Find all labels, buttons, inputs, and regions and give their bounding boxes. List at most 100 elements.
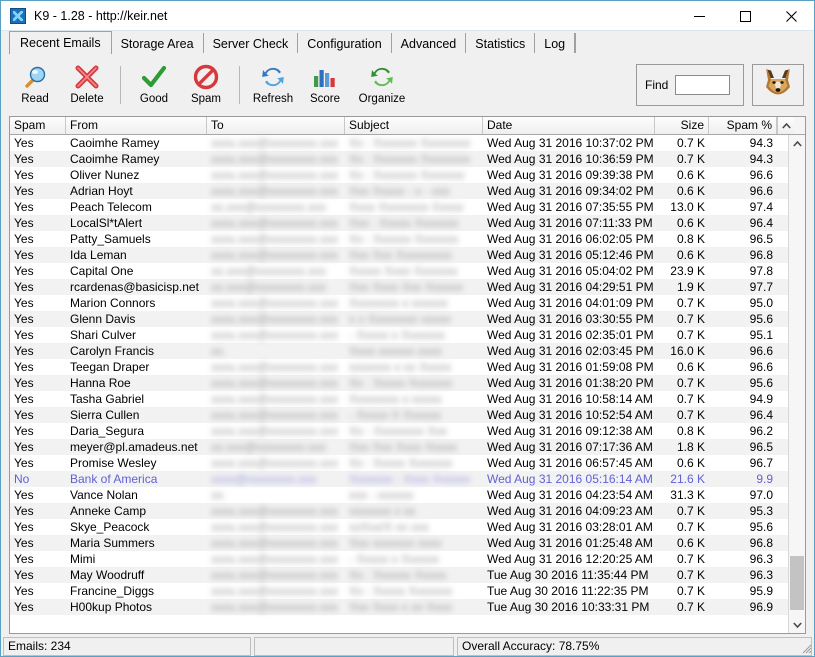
table-row[interactable]: Yes May Woodruff xxxx.xxx@xxxxxxxx.xxx Xx :… (10, 567, 788, 583)
table-row[interactable]: Yes Tasha Gabriel xxxx.xxx@xxxxxxxx.xxx Xxx… (10, 391, 788, 407)
cell-from: Oliver Nunez (70, 168, 140, 182)
table-row[interactable]: Yes rcardenas@basicisp.net xx.xxx@xxxxxxxx… (10, 279, 788, 295)
table-row[interactable]: No Bank of America xxxx@xxxxxxxx.xxx Xxxxxx… (10, 471, 788, 487)
cell-from: Adrian Hoyt (70, 184, 133, 198)
cell-spampct: 97.4 (749, 200, 773, 214)
column-header-size[interactable]: Size (655, 117, 709, 134)
tab-statistics[interactable]: Statistics (466, 33, 536, 54)
spam-button[interactable]: Spam (180, 58, 232, 112)
score-button[interactable]: Score (299, 58, 351, 112)
cell-spampct: 95.3 (749, 504, 773, 518)
tab-advanced[interactable]: Advanced (391, 33, 467, 54)
table-row[interactable]: Yes LocalSl*tAlert xxxx.xxx@xxxxxxxx.xxx Xx… (10, 215, 788, 231)
table-row[interactable]: Yes Shari Culver xxxx.xxx@xxxxxxxx.xxx - Xx… (10, 327, 788, 343)
scroll-up-arrow[interactable] (789, 135, 805, 152)
table-row[interactable]: Yes meyer@pl.amadeus.net xx.xxx@xxxxxxxx.x… (10, 439, 788, 455)
table-row[interactable]: Yes Mimi xxxx.xxx@xxxxxxxx.xxx - Xxxxx x Xx… (10, 551, 788, 567)
delete-button[interactable]: Delete (61, 58, 113, 112)
table-row[interactable]: Yes Daria_Segura xxxx.xxx@xxxxxxxx.xxx Xx -… (10, 423, 788, 439)
table-row[interactable]: Yes Caoimhe Ramey xxxx.xxx@xxxxxxxx.xxx Xx … (10, 151, 788, 167)
cell-size: 23.9 K (670, 264, 705, 278)
cell-size: 1.9 K (676, 280, 705, 294)
cell-to: xxxx.xxx@xxxxxxxx.xxx (211, 248, 338, 262)
table-row[interactable]: Yes Adrian Hoyt xxxx.xxx@xxxxxxxx.xxx Xxx X… (10, 183, 788, 199)
table-row[interactable]: Yes Patty_Samuels xxxx.xxx@xxxxxxxx.xxx Xx … (10, 231, 788, 247)
scrollbar-track[interactable] (789, 152, 805, 616)
cell-from: Mimi (70, 552, 96, 566)
cell-date: Wed Aug 31 2016 05:12:46 PM (487, 248, 654, 262)
cell-date: Wed Aug 31 2016 09:39:38 PM (487, 168, 654, 182)
tab-label: Server Check (212, 36, 289, 51)
tab-storage-area[interactable]: Storage Area (111, 33, 204, 54)
table-row[interactable]: Yes Anneke Camp xxxx.xxx@xxxxxxxx.xxx xxxxx… (10, 503, 788, 519)
table-row[interactable]: Yes Teegan Draper xxxx.xxx@xxxxxxxx.xxx xxx… (10, 359, 788, 375)
table-row[interactable]: Yes Hanna Roe xxxx.xxx@xxxxxxxx.xxx Xx : Xx… (10, 375, 788, 391)
column-header-from[interactable]: From (66, 117, 207, 134)
table-row[interactable]: Yes Promise Wesley xxxx.xxx@xxxxxxxx.xxx Xx… (10, 455, 788, 471)
column-header-spampct[interactable]: Spam % (709, 117, 777, 134)
close-button[interactable] (768, 1, 814, 32)
table-row[interactable]: Yes Capital One xx.xxx@xxxxxxxx.xxx Xxxxx X… (10, 263, 788, 279)
cell-subject: Xx : Xxxxx Xxxxxxx (349, 376, 453, 390)
table-row[interactable]: Yes Peach Telecom xx.xxx@xxxxxxxx.xxx Xxxx … (10, 199, 788, 215)
column-header-subject[interactable]: Subject (345, 117, 483, 134)
cell-to: xxxx.xxx@xxxxxxxx.xxx (211, 504, 338, 518)
window-controls (676, 1, 814, 32)
cell-spam: Yes (14, 376, 34, 390)
tab-configuration[interactable]: Configuration (298, 33, 392, 54)
table-row[interactable]: Yes Vance Nolan xx. xxx - xxxxxx Wed Aug 31 … (10, 487, 788, 503)
read-button[interactable]: Read (9, 58, 61, 112)
cell-subject: x x Xxxxxxxx xxxxx (349, 312, 452, 326)
green-refresh-icon (366, 62, 398, 92)
tab-recent-emails[interactable]: Recent Emails (9, 31, 112, 54)
column-header-to[interactable]: To (207, 117, 345, 134)
cell-subject: Xxxx Xxxxxxxx Xxxxx (349, 200, 464, 214)
table-row[interactable]: Yes Francine_Diggs xxxx.xxx@xxxxxxxx.xxx Xx… (10, 583, 788, 599)
resize-grip-icon[interactable] (800, 642, 812, 654)
cell-size: 0.7 K (676, 392, 705, 406)
minimize-button[interactable] (676, 1, 722, 32)
tab-label: Configuration (307, 36, 382, 51)
tab-server-check[interactable]: Server Check (203, 33, 299, 54)
table-row[interactable]: Yes Maria Summers xxxx.xxx@xxxxxxxx.xxx Xxx… (10, 535, 788, 551)
good-button[interactable]: Good (128, 58, 180, 112)
scrollbar-thumb[interactable] (790, 556, 804, 610)
cell-date: Tue Aug 30 2016 10:33:31 PM (487, 600, 650, 614)
maximize-button[interactable] (722, 1, 768, 32)
cell-to: xxxx.xxx@xxxxxxxx.xxx (211, 312, 338, 326)
table-row[interactable]: Yes H00kup Photos xxxx.xxx@xxxxxxxx.xxx Xxx… (10, 599, 788, 615)
table-row[interactable]: Yes Skye_Peacock xxxx.xxx@xxxxxxxx.xxx xxXx… (10, 519, 788, 535)
cell-to: xxxx.xxx@xxxxxxxx.xxx (211, 360, 338, 374)
table-row[interactable]: Yes Oliver Nunez xxxx.xxx@xxxxxxxx.xxx Xx :… (10, 167, 788, 183)
cell-size: 13.0 K (670, 200, 705, 214)
cell-spampct: 96.8 (749, 248, 773, 262)
cell-from: Caoimhe Ramey (70, 152, 160, 166)
table-row[interactable]: Yes Carolyn Francis xx. Xxxx xxxxxx xxxx Wed… (10, 343, 788, 359)
tab-log[interactable]: Log (535, 33, 576, 54)
cell-to: xx.xxx@xxxxxxxx.xxx (211, 280, 326, 294)
table-row[interactable]: Yes Glenn Davis xxxx.xxx@xxxxxxxx.xxx x x X… (10, 311, 788, 327)
cell-date: Wed Aug 31 2016 03:30:55 PM (487, 312, 654, 326)
organize-button[interactable]: Organize (351, 58, 413, 112)
cell-spam: Yes (14, 184, 34, 198)
table-row[interactable]: Yes Ida Leman xxxx.xxx@xxxxxxxx.xxx Xxx Xxx… (10, 247, 788, 263)
cell-from: H00kup Photos (70, 600, 153, 614)
scroll-down-arrow[interactable] (789, 616, 805, 633)
toolbar: Read Delete Good Spam Refresh Score Orga… (1, 54, 814, 116)
cell-to: xxxx.xxx@xxxxxxxx.xxx (211, 296, 338, 310)
table-row[interactable]: Yes Caoimhe Ramey xxxx.xxx@xxxxxxxx.xxx Xx … (10, 135, 788, 151)
cell-date: Wed Aug 31 2016 10:36:59 PM (487, 152, 654, 166)
table-row[interactable]: Yes Sierra Cullen xxxx.xxx@xxxxxxxx.xxx - X… (10, 407, 788, 423)
cell-date: Wed Aug 31 2016 01:59:08 PM (487, 360, 654, 374)
fox-logo-box[interactable] (752, 64, 804, 106)
cell-size: 1.8 K (676, 440, 705, 454)
find-input[interactable] (675, 75, 731, 95)
cell-spam: Yes (14, 360, 34, 374)
cell-to: xxxx.xxx@xxxxxxxx.xxx (211, 568, 338, 582)
table-row[interactable]: Yes Marion Connors xxxx.xxx@xxxxxxxx.xxx Xx… (10, 295, 788, 311)
refresh-button[interactable]: Refresh (247, 58, 299, 112)
grid-body[interactable]: Yes Caoimhe Ramey xxxx.xxx@xxxxxxxx.xxx Xx … (10, 135, 788, 633)
column-header-spam[interactable]: Spam (10, 117, 66, 134)
column-header-date[interactable]: Date (483, 117, 655, 134)
vertical-scrollbar[interactable] (788, 135, 805, 633)
